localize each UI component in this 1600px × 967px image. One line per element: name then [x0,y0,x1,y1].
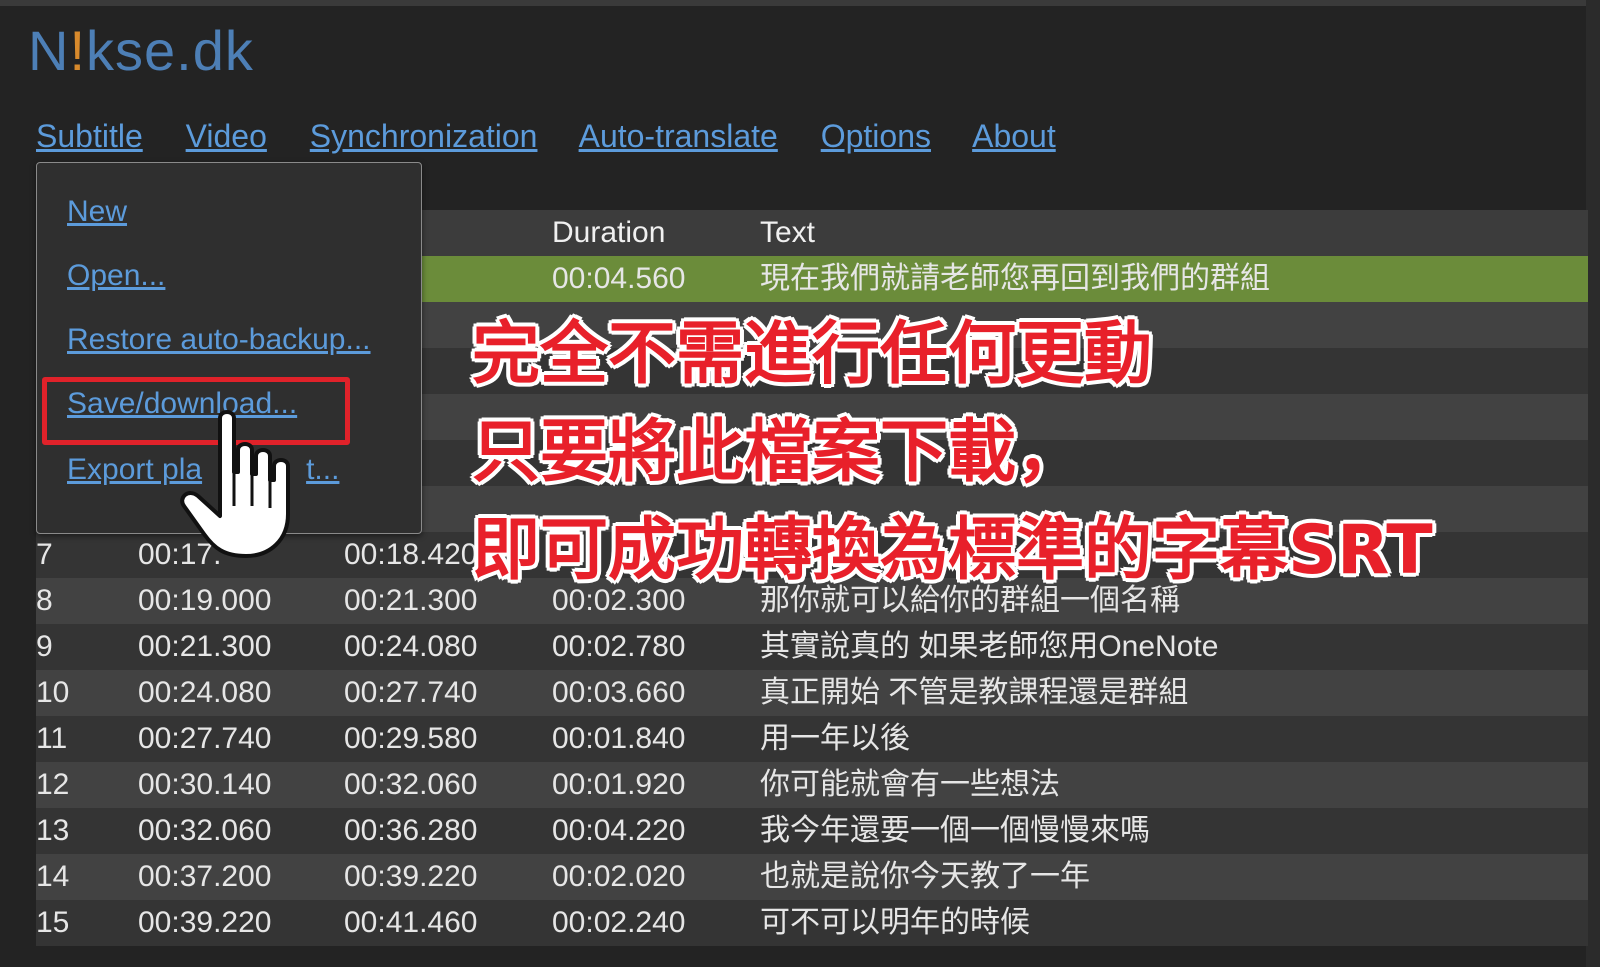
window-top-border [0,0,1600,6]
row-number: 15 [36,906,70,939]
row-start-time: 00:30.140 [138,768,272,801]
row-number: 13 [36,814,70,847]
row-number: 12 [36,768,70,801]
table-row[interactable]: 11 00:27.740 00:29.580 00:01.840 用一年以後 [36,716,1588,762]
row-end-time: 00:27.740 [344,676,478,709]
row-end-time: 00:29.580 [344,722,478,755]
row-text: 真正開始 不管是教課程還是群組 [760,676,1189,709]
row-number: 14 [36,860,70,893]
row-start-time: 00:19.000 [138,584,272,617]
menu-item-new[interactable]: New [67,195,127,229]
vertical-scrollbar[interactable] [1586,0,1600,967]
row-end-time: 00:24.080 [344,630,478,663]
row-text: 你可能就會有一些想法 [760,768,1060,801]
row-number: 10 [36,676,70,709]
row-duration: 00:03.660 [552,676,686,709]
row-end-time: 00:21.300 [344,584,478,617]
menu-options[interactable]: Options [821,118,931,154]
row-end-time: 00:39.220 [344,860,478,893]
row-text: 用一年以後 [760,722,910,755]
table-row[interactable]: 13 00:32.060 00:36.280 00:04.220 我今年還要一個一個慢慢… [36,808,1588,854]
menu-item-restore-auto-backup[interactable]: Restore auto-backup... [67,323,371,357]
app-logo[interactable]: N!kse.dk [28,18,254,83]
row-text: 其實說真的 如果老師您用OneNote [760,630,1219,663]
table-row[interactable]: 14 00:37.200 00:39.220 00:02.020 也就是說你今天教了一年 [36,854,1588,900]
row-end-time: 00:32.060 [344,768,478,801]
menu-item-open[interactable]: Open... [67,259,165,293]
row-end-time: 00:41.460 [344,906,478,939]
row-start-time: 00:32.060 [138,814,272,847]
table-row[interactable]: 12 00:30.140 00:32.060 00:01.920 你可能就會有一些想法 [36,762,1588,808]
main-menu: Subtitle Video Synchronization Auto-tran… [36,118,1090,158]
row-number: 8 [36,584,53,617]
logo-letter-n: N [28,19,70,82]
menu-auto-translate[interactable]: Auto-translate [579,118,778,154]
row-end-time: 00:36.280 [344,814,478,847]
row-duration: 00:02.020 [552,860,686,893]
row-text: 現在我們就請老師您再回到我們的群組 [760,262,1270,295]
logo-bang: ! [69,19,87,82]
table-row[interactable]: 15 00:39.220 00:41.460 00:02.240 可不可以明年的時候 [36,900,1588,946]
menu-about[interactable]: About [972,118,1056,154]
row-start-time: 00:21.300 [138,630,272,663]
table-row[interactable]: 10 00:24.080 00:27.740 00:03.660 真正開始 不管是教課程… [36,670,1588,716]
row-start-time: 00:27.740 [138,722,272,755]
row-number: 9 [36,630,53,663]
menu-video[interactable]: Video [186,118,267,154]
row-text: 我今年還要一個一個慢慢來嗎 [760,814,1150,847]
row-number: 7 [36,538,53,571]
logo-text: kse.dk [86,19,254,82]
annotation-line-3: 即可成功轉換為標準的字幕SRT [472,511,1433,590]
row-text: 也就是說你今天教了一年 [760,860,1090,893]
row-duration: 00:01.840 [552,722,686,755]
annotation-line-2: 只要將此檔案下載， [472,413,1085,492]
table-row[interactable]: 9 00:21.300 00:24.080 00:02.780 其實說真的 如果老師您用… [36,624,1588,670]
column-header-duration[interactable]: Duration [552,210,665,256]
row-end-time: 00:18.420 [344,538,478,571]
menu-synchronization[interactable]: Synchronization [310,118,538,154]
menu-subtitle[interactable]: Subtitle [36,118,143,154]
row-duration: 00:02.780 [552,630,686,663]
column-header-text[interactable]: Text [760,210,815,256]
annotation-line-1: 完全不需進行任何更動 [472,315,1153,394]
row-duration: 00:04.220 [552,814,686,847]
export-label-end: t... [306,453,340,486]
row-start-time: 00:39.220 [138,906,272,939]
row-start-time: 00:37.200 [138,860,272,893]
row-duration: 00:01.920 [552,768,686,801]
row-number: 11 [36,722,68,755]
row-text: 可不可以明年的時候 [760,906,1030,939]
row-start-time: 00:24.080 [138,676,272,709]
hand-pointer-icon [180,410,290,558]
row-duration: 00:02.240 [552,906,686,939]
row-duration: 00:04.560 [552,262,686,295]
